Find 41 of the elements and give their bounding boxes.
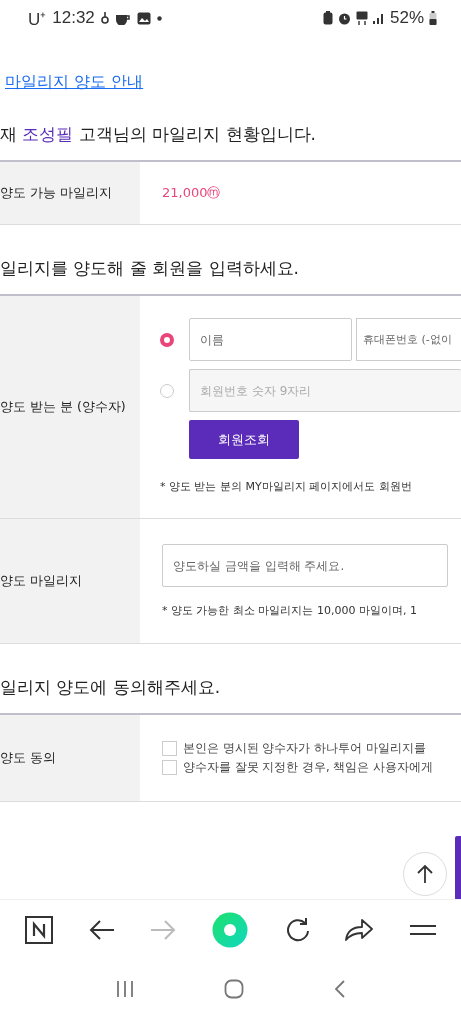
back-arrow-icon[interactable] [88,919,115,941]
network-icon [355,11,368,25]
scroll-top-button[interactable] [403,852,447,896]
back-icon[interactable] [334,979,347,999]
section-title: 일리지를 양도해 줄 회원을 입력하세요. [0,257,301,280]
note-text: * 양도 받는 분의 MY마일리지 페이지에서도 회원번 [160,479,413,494]
clock: 12:32 [52,8,95,28]
row-label: 양도 마일리지 [0,572,82,590]
checkbox[interactable] [162,760,177,775]
dot-icon [156,15,162,21]
notification-icon [100,11,109,25]
recent-apps-icon[interactable] [114,979,135,999]
battery-level: 52% [389,8,424,28]
note-text: * 양도 가능한 최소 마일리지는 10,000 마일이며, 1 [162,603,418,618]
lookup-button[interactable]: 회원조회 [189,420,299,459]
row-label: 양도 받는 분 (양수자) [0,398,126,416]
share-icon[interactable] [345,918,374,942]
home-icon[interactable] [224,979,245,999]
radio-button[interactable] [160,332,174,347]
alarm-icon [337,11,351,25]
radio-button[interactable] [160,383,174,398]
up-arrow-icon [417,864,433,884]
checkbox-label: 양수자를 잘못 지정한 경우, 책임은 사용자에게 [183,760,433,775]
checkbox[interactable] [162,741,177,756]
section-title: 일리지 양도에 동의해주세요. [0,676,222,699]
input-field[interactable]: 휴대폰번호 (-없이 [356,318,461,361]
guide-link[interactable]: 마일리지 양도 안내 [5,72,144,93]
signal-icon [372,12,385,24]
battery-icon [429,11,437,25]
row-label: 양도 동의 [0,749,56,767]
checkbox-label: 본인은 명시된 양수자가 하나투어 마일리지를 [183,741,426,756]
input-field[interactable]: 이름 [189,318,352,361]
summary-heading: 재 조성필 고객님의 마일리지 현황입니다. [0,123,318,146]
naver-icon[interactable] [25,916,53,944]
mileage-value: 21,000ⓜ [162,184,222,202]
menu-icon[interactable] [408,923,437,937]
carrier-label: U⁺ [28,8,47,30]
amount-field[interactable]: 양도하실 금액을 입력해 주세요. [162,544,448,587]
battery-saver-icon [322,11,333,25]
row-label: 양도 가능 마일리지 [0,184,112,202]
image-icon [136,11,151,25]
